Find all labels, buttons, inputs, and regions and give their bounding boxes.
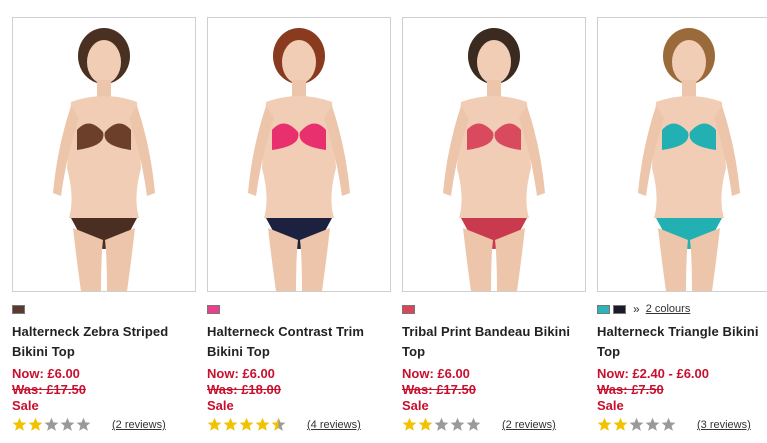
- price-was: Was: £17.50: [402, 382, 476, 397]
- star-icon: [60, 417, 75, 431]
- star-icon: [76, 417, 91, 431]
- star-icon: [255, 417, 270, 431]
- more-colours-arrow-icon: »: [633, 302, 640, 316]
- star-icon: [418, 417, 433, 431]
- product-name[interactable]: Tribal Print Bandeau Bikini Top: [402, 322, 586, 361]
- star-icon: [239, 417, 254, 431]
- sale-label: Sale: [402, 398, 429, 413]
- colour-swatch[interactable]: [597, 304, 610, 314]
- star-icon: [645, 417, 660, 431]
- price-now: Now: £6.00: [402, 366, 470, 381]
- star-icon: [271, 417, 286, 431]
- price-was: Was: £18.00: [207, 382, 281, 397]
- colour-swatches: [12, 303, 28, 315]
- price-now: Now: £2.40 - £6.00: [597, 366, 709, 381]
- colour-swatches: » 2 colours: [597, 302, 691, 316]
- sale-label: Sale: [12, 398, 39, 413]
- star-icon: [434, 417, 449, 431]
- colour-swatches: [402, 303, 418, 315]
- star-icon: [223, 417, 238, 431]
- product-image[interactable]: [207, 17, 391, 292]
- price-now: Now: £6.00: [207, 366, 275, 381]
- price-now: Now: £6.00: [12, 366, 80, 381]
- star-icon: [28, 417, 43, 431]
- colour-swatch[interactable]: [12, 304, 25, 314]
- product-image[interactable]: [402, 17, 586, 292]
- reviews-link[interactable]: (4 reviews): [307, 419, 361, 431]
- product-name[interactable]: Halterneck Triangle Bikini Top: [597, 322, 767, 361]
- star-icon: [613, 417, 628, 431]
- price-was: Was: £7.50: [597, 382, 664, 397]
- reviews-link[interactable]: (2 reviews): [112, 419, 166, 431]
- star-rating: [207, 417, 287, 432]
- star-rating: [402, 417, 482, 432]
- sale-label: Sale: [207, 398, 234, 413]
- product-name[interactable]: Halterneck Zebra Striped Bikini Top: [12, 322, 196, 361]
- star-icon: [402, 417, 417, 431]
- product-name[interactable]: Halterneck Contrast Trim Bikini Top: [207, 322, 391, 361]
- star-icon: [450, 417, 465, 431]
- star-icon: [629, 417, 644, 431]
- product-image[interactable]: [12, 17, 196, 292]
- star-rating: [597, 417, 677, 432]
- reviews-link[interactable]: (2 reviews): [502, 419, 556, 431]
- colour-swatch[interactable]: [402, 304, 415, 314]
- reviews-link[interactable]: (3 reviews): [697, 419, 751, 431]
- colour-swatch[interactable]: [207, 304, 220, 314]
- product-image[interactable]: [597, 17, 767, 292]
- star-rating: [12, 417, 92, 432]
- sale-label: Sale: [597, 398, 624, 413]
- star-icon: [12, 417, 27, 431]
- price-was: Was: £17.50: [12, 382, 86, 397]
- colour-swatch[interactable]: [613, 304, 626, 314]
- colours-link[interactable]: 2 colours: [646, 303, 691, 315]
- star-icon: [661, 417, 676, 431]
- star-icon: [597, 417, 612, 431]
- star-icon: [466, 417, 481, 431]
- star-icon: [44, 417, 59, 431]
- star-icon: [207, 417, 222, 431]
- colour-swatches: [207, 303, 223, 315]
